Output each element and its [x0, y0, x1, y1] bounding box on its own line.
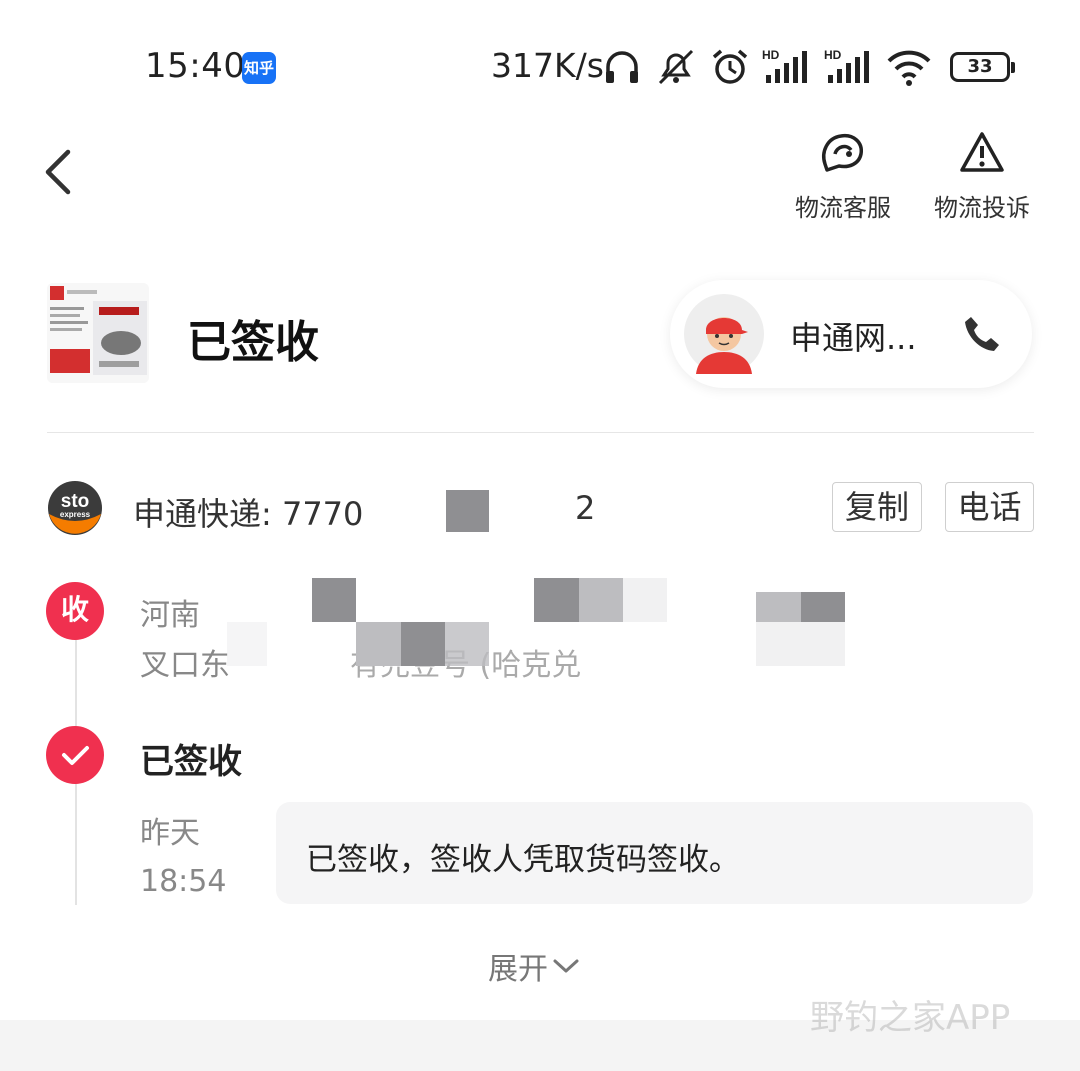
tracking-number-suffix: 2: [575, 489, 596, 527]
product-image: [47, 283, 149, 383]
headphones-icon: [606, 51, 638, 83]
phone-icon: [965, 317, 999, 351]
redaction-block: [623, 578, 667, 622]
check-icon: [62, 746, 89, 765]
signal-hd-icon: HD: [762, 48, 807, 83]
event-time: 昨天 18:54: [140, 810, 226, 906]
redaction-block: [579, 578, 623, 622]
sto-express-logo: sto express: [47, 480, 103, 536]
section-divider: [47, 432, 1034, 433]
call-courier-button[interactable]: [962, 314, 1002, 354]
redaction-block: [227, 622, 267, 666]
redaction-block: [446, 490, 489, 532]
logistics-complaint-button[interactable]: 物流投诉: [930, 128, 1034, 223]
courier-name: 申通网...: [790, 319, 917, 357]
svg-text:express: express: [60, 510, 91, 519]
watermark: 野钓之家APP: [810, 998, 1011, 1038]
receiver-address-line2: 叉口东: [140, 648, 230, 683]
receiver-badge: 收: [46, 582, 104, 640]
tracking-number: 申通快递: 7770: [133, 495, 364, 533]
redaction-block: [534, 578, 579, 622]
back-button[interactable]: [40, 148, 80, 196]
redaction-block: [445, 622, 489, 666]
signed-status-badge: [46, 726, 104, 784]
status-time: 15:40: [145, 46, 246, 86]
warning-icon: [960, 132, 1004, 172]
network-speed: 317K/s: [491, 46, 604, 85]
svg-text:sto: sto: [61, 491, 90, 512]
logistics-service-button[interactable]: 物流客服: [791, 128, 895, 223]
logistics-complaint-label: 物流投诉: [934, 194, 1030, 222]
copy-button[interactable]: 复制: [832, 482, 922, 532]
alarm-icon: [712, 49, 748, 84]
expand-button[interactable]: 展开: [488, 944, 580, 988]
redaction-block: [756, 592, 801, 622]
receiver-address-line1: 河南: [140, 598, 200, 633]
svg-text:HD: HD: [824, 48, 842, 62]
chevron-down-icon: [553, 959, 579, 973]
redaction-block: [801, 592, 845, 622]
signal-hd-icon: HD: [824, 48, 869, 83]
delivery-status-title: 已签收: [187, 317, 319, 368]
status-icons: HD HD: [602, 44, 932, 90]
mute-icon: [658, 49, 694, 85]
redaction-block: [756, 622, 845, 666]
wifi-icon: [887, 50, 931, 86]
courier-avatar: [684, 294, 764, 374]
battery-icon: 33: [950, 52, 1015, 82]
event-title: 已签收: [140, 742, 242, 782]
zhihu-app-badge: 知乎: [242, 52, 276, 84]
logistics-service-label: 物流客服: [795, 194, 891, 222]
redaction-block: [401, 622, 445, 666]
redaction-block: [356, 622, 401, 666]
expand-label: 展开: [488, 952, 548, 987]
redaction-block: [312, 578, 356, 622]
chevron-left-icon: [45, 149, 71, 195]
phone-button[interactable]: 电话: [945, 482, 1034, 532]
event-time-clock: 18:54: [140, 864, 227, 899]
product-thumbnail[interactable]: [47, 283, 149, 383]
customer-service-icon: [822, 133, 863, 172]
event-time-day: 昨天: [140, 816, 200, 851]
event-description: 已签收，签收人凭取货码签收。: [306, 842, 740, 878]
svg-text:HD: HD: [762, 48, 780, 62]
